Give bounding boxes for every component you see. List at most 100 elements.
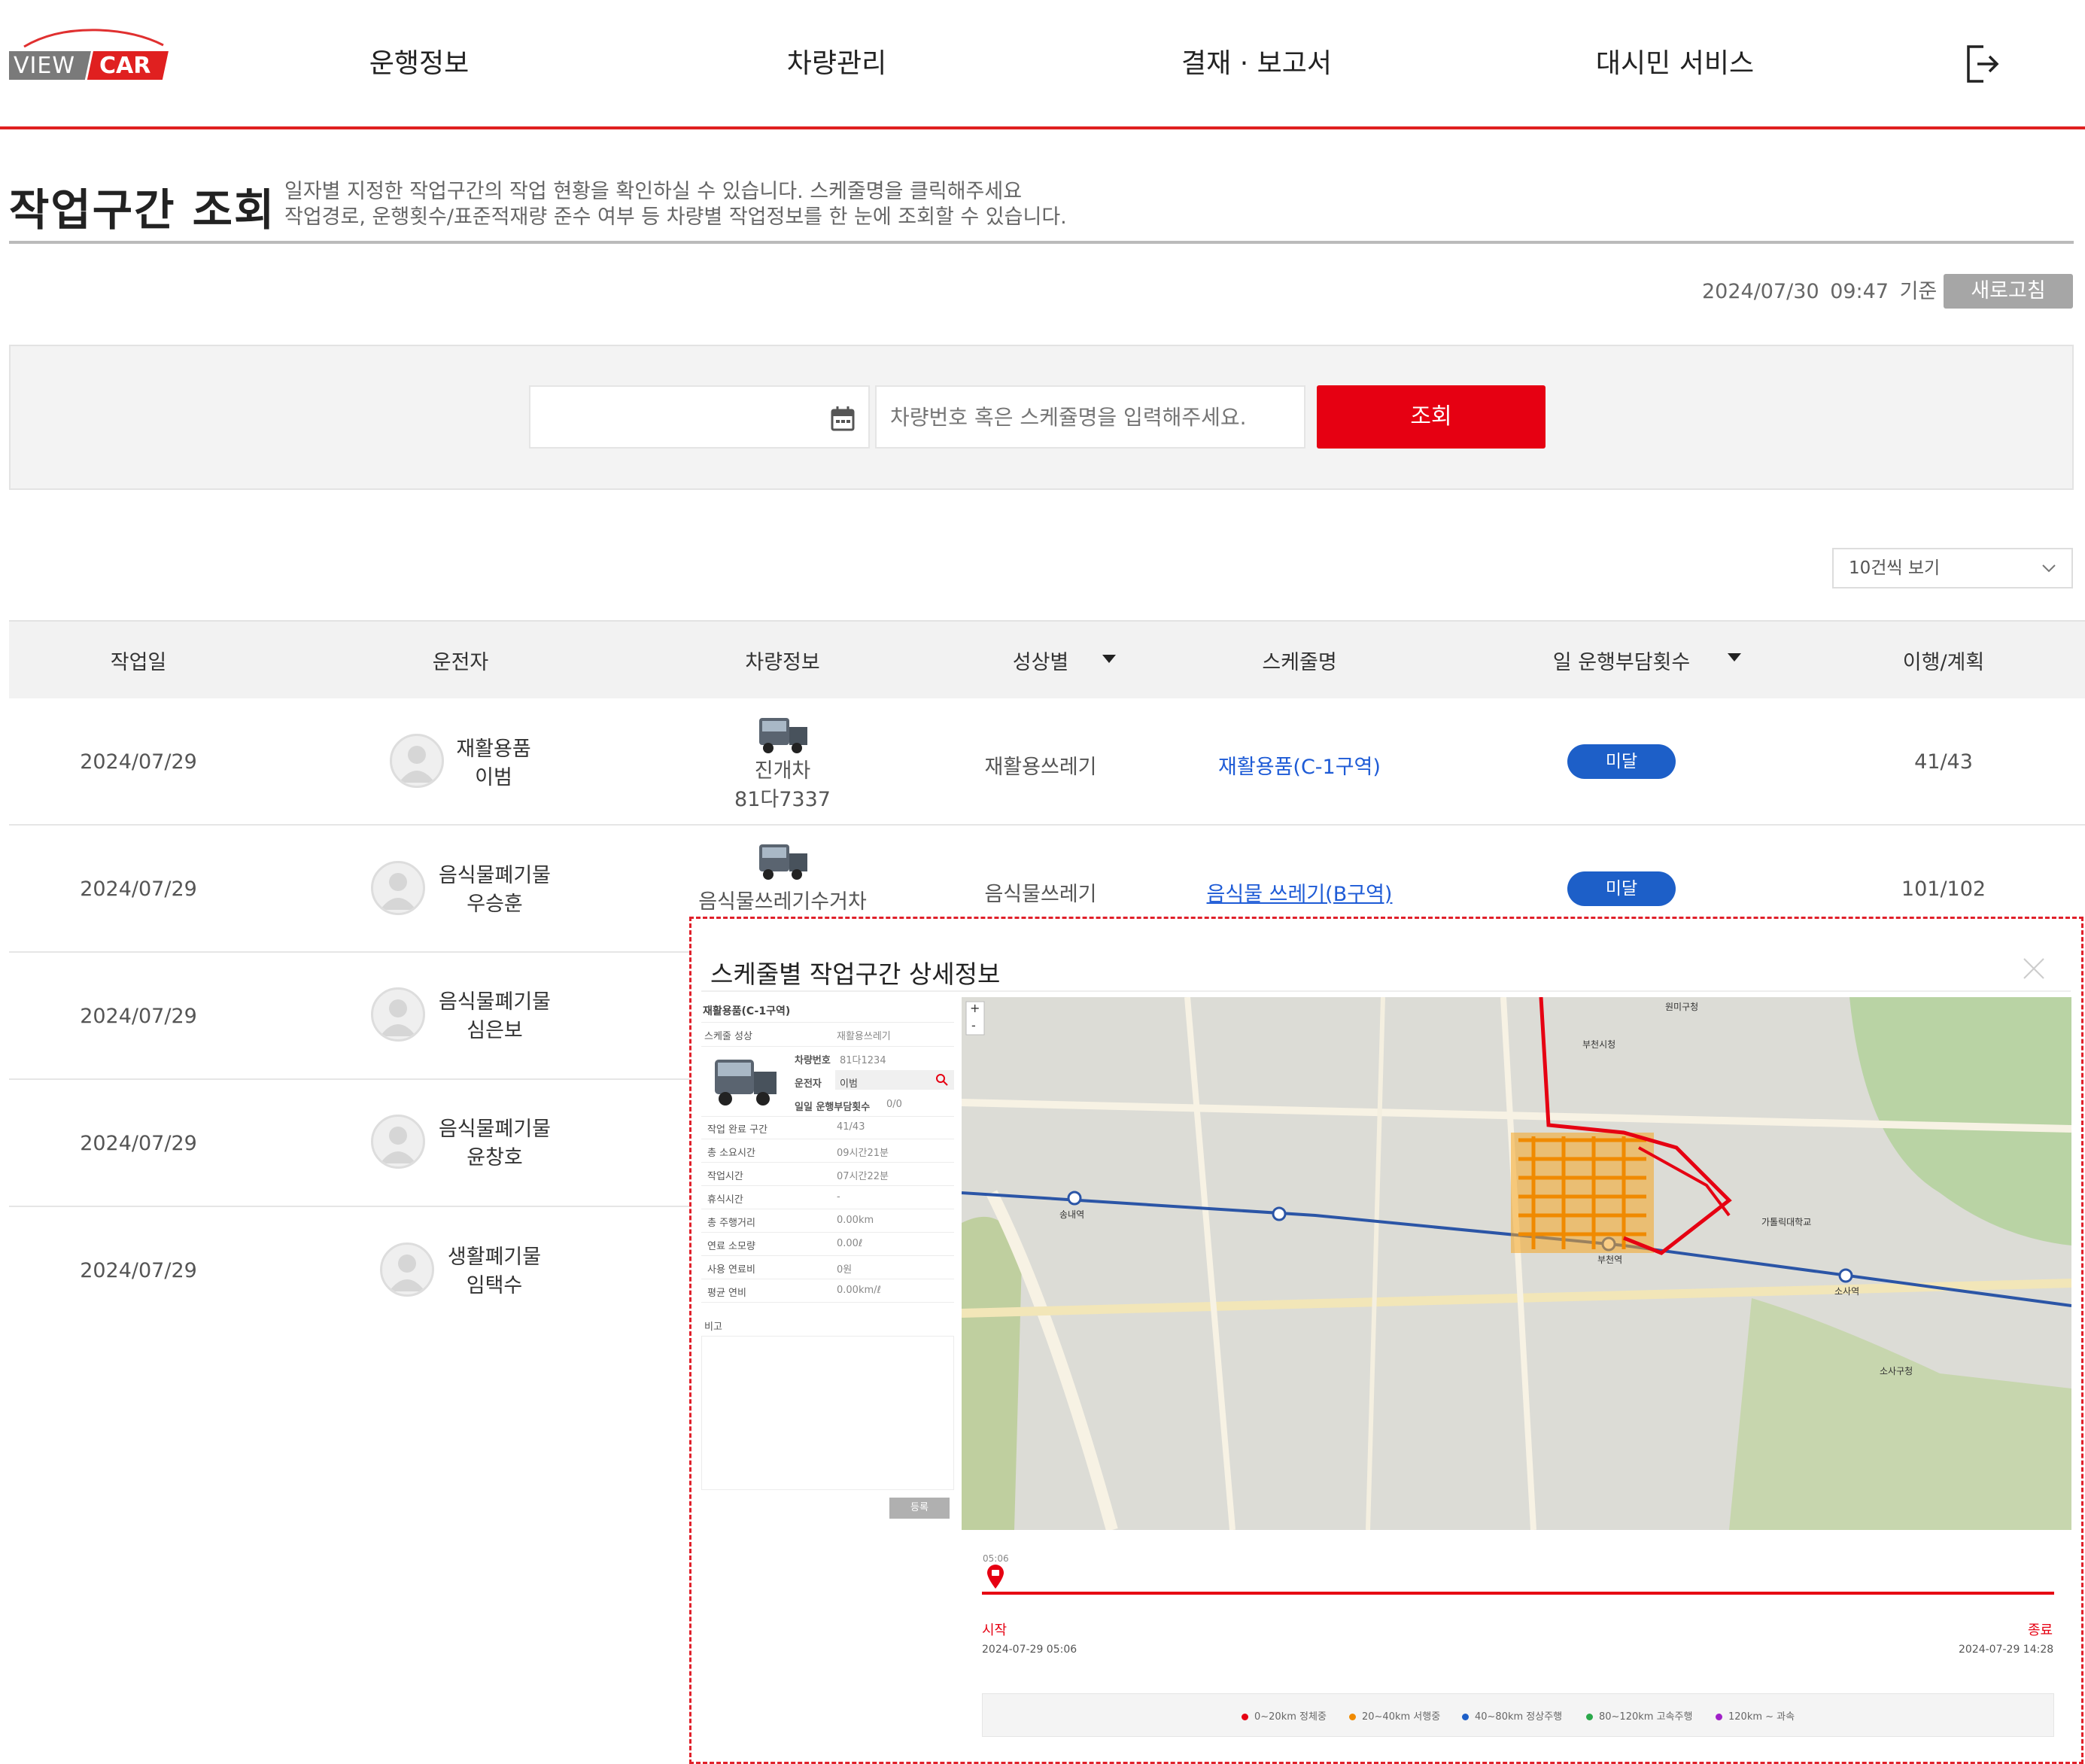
- legend-item: 0~20km 정체중: [1242, 1708, 1327, 1723]
- row-date: 2024/07/29: [80, 1132, 197, 1155]
- memo-textarea[interactable]: [701, 1336, 954, 1490]
- refresh-button[interactable]: 새로고침: [1944, 274, 2073, 309]
- field-value: 0.00km: [837, 1215, 874, 1226]
- map-label: 부천시청: [1582, 1039, 1616, 1050]
- schedule-name: 재활용품(C-1구역): [703, 1005, 791, 1017]
- status-badge: 미달: [1567, 744, 1676, 779]
- nav-approval-report[interactable]: 결재 · 보고서: [1136, 41, 1377, 81]
- column-header-category[interactable]: 성상별: [965, 646, 1116, 675]
- vehicle-number: 81다7337: [734, 788, 831, 811]
- timeline-track[interactable]: [982, 1592, 2054, 1595]
- row-divider: [9, 951, 689, 953]
- row-divider: [9, 1206, 689, 1207]
- avatar: [380, 1242, 434, 1297]
- map-label: 가톨릭대학교: [1761, 1217, 1812, 1227]
- map-label: 소사구청: [1880, 1366, 1913, 1376]
- chevron-down-icon: [2041, 560, 2057, 576]
- column-header-ratio[interactable]: 이행/계획: [1868, 646, 2019, 675]
- logo-view-text: VIEW: [14, 53, 75, 79]
- field-value: 41/43: [837, 1121, 865, 1133]
- timeline-end-time: 2024-07-29 14:28: [1959, 1644, 2054, 1656]
- driver-value: 이범: [840, 1078, 858, 1090]
- search-input[interactable]: [875, 385, 1305, 449]
- driver-group: 음식물폐기물: [438, 1118, 552, 1141]
- register-button[interactable]: 등록: [889, 1498, 950, 1519]
- map-pin-icon[interactable]: [986, 1564, 1005, 1592]
- column-header-schedule[interactable]: 스케줄명: [1224, 646, 1375, 675]
- driver-group: 재활용품: [456, 738, 531, 761]
- route-map[interactable]: + - 송내역 부천역 소사역 원미구청 소사구청 부천시청 가톨릭대학교: [962, 997, 2071, 1530]
- info-divider: [701, 1232, 954, 1233]
- row-date: 2024/07/29: [80, 877, 197, 901]
- driver-name: 심은보: [467, 1019, 523, 1042]
- driver-label: 운전자: [795, 1078, 822, 1090]
- page-title: 작업구간 조회: [9, 184, 276, 236]
- nav-vehicle-management[interactable]: 차량관리: [716, 41, 957, 81]
- column-header-vehicle[interactable]: 차량정보: [707, 646, 858, 675]
- info-divider: [701, 1162, 954, 1163]
- map-label: 소사역: [1834, 1286, 1860, 1297]
- page-size-select[interactable]: 10건씩 보기: [1832, 548, 2073, 589]
- legend-item: 20~40km 서행중: [1349, 1708, 1440, 1723]
- logo-car-text: CAR: [99, 53, 151, 79]
- driver-name: 윤창호: [467, 1146, 523, 1169]
- truck-icon: [756, 712, 810, 757]
- legend-item: 40~80km 정상주행: [1462, 1708, 1562, 1723]
- driver-group: 음식물폐기물: [438, 864, 552, 887]
- sort-down-icon[interactable]: [1728, 653, 1741, 662]
- driver-name: 우승훈: [467, 893, 523, 916]
- field-value: 09시간21분: [837, 1148, 889, 1159]
- sort-down-icon[interactable]: [1102, 655, 1116, 663]
- search-icon[interactable]: [935, 1073, 949, 1090]
- zoom-in-button[interactable]: +: [970, 1001, 980, 1015]
- daily-trips-label: 일일 운행부담횟수: [795, 1102, 871, 1113]
- column-header-daily-trips[interactable]: 일 운행부담횟수: [1512, 646, 1731, 675]
- viewcar-logo[interactable]: VIEW CAR: [0, 23, 171, 83]
- legend-label: 120km ~ 과속: [1728, 1711, 1795, 1723]
- close-icon[interactable]: [2021, 956, 2047, 981]
- calendar-icon[interactable]: [829, 405, 856, 432]
- schedule-link[interactable]: 재활용품(C-1구역): [1187, 750, 1412, 780]
- category: 재활용쓰레기: [984, 756, 1097, 779]
- timeline-start-time: 2024-07-29 05:06: [982, 1644, 1077, 1656]
- field-value: 07시간22분: [837, 1171, 889, 1182]
- column-header-date[interactable]: 작업일: [63, 646, 214, 675]
- legend-label: 0~20km 정체중: [1254, 1711, 1327, 1723]
- driver-name: 임택수: [466, 1274, 523, 1297]
- field-value: 0.00ℓ: [837, 1238, 863, 1249]
- legend-item: 120km ~ 과속: [1716, 1708, 1795, 1723]
- driver-info: 생활폐기물 임택수: [438, 1243, 551, 1300]
- legend-label: 80~120km 고속주행: [1599, 1711, 1693, 1723]
- logout-icon[interactable]: [1964, 44, 2000, 84]
- driver-group: 음식물폐기물: [438, 990, 552, 1014]
- memo-label: 비고: [704, 1321, 722, 1333]
- category-value: 재활용쓰레기: [837, 1031, 891, 1042]
- info-divider: [701, 1116, 954, 1117]
- legend-item: 80~120km 고속주행: [1586, 1708, 1692, 1723]
- map-label: 부천역: [1597, 1255, 1623, 1265]
- search-button[interactable]: 조회: [1317, 385, 1546, 449]
- vehicle-type: 진개차: [754, 759, 811, 783]
- legend-label: 20~40km 서행중: [1362, 1711, 1441, 1723]
- info-divider: [701, 1046, 954, 1047]
- nav-citizen-service[interactable]: 대시민 서비스: [1555, 41, 1795, 81]
- field-label: 휴식시간: [707, 1194, 743, 1206]
- vehicle-no-label: 차량번호: [795, 1055, 831, 1066]
- zoom-out-button[interactable]: -: [971, 1018, 976, 1033]
- field-label: 총 주행거리: [707, 1218, 755, 1229]
- row-date: 2024/07/29: [80, 1259, 197, 1282]
- driver-info: 음식물폐기물 우승훈: [429, 862, 561, 919]
- daily-trips-value: 0/0: [886, 1099, 902, 1110]
- schedule-link[interactable]: 음식물 쓰레기(B구역): [1187, 877, 1412, 907]
- column-header-driver[interactable]: 운전자: [385, 646, 536, 675]
- row-date: 2024/07/29: [80, 1005, 197, 1028]
- status-badge: 미달: [1567, 871, 1676, 906]
- modal-divider: [701, 990, 2071, 992]
- category-label: 스케줄 성상: [704, 1031, 752, 1042]
- nav-driving-info[interactable]: 운행정보: [299, 41, 539, 81]
- driver-name: 이범: [475, 766, 512, 789]
- avatar: [371, 861, 425, 915]
- vehicle-no-value: 81다1234: [840, 1055, 886, 1066]
- avatar: [371, 1115, 425, 1169]
- date-picker-field[interactable]: [529, 385, 870, 449]
